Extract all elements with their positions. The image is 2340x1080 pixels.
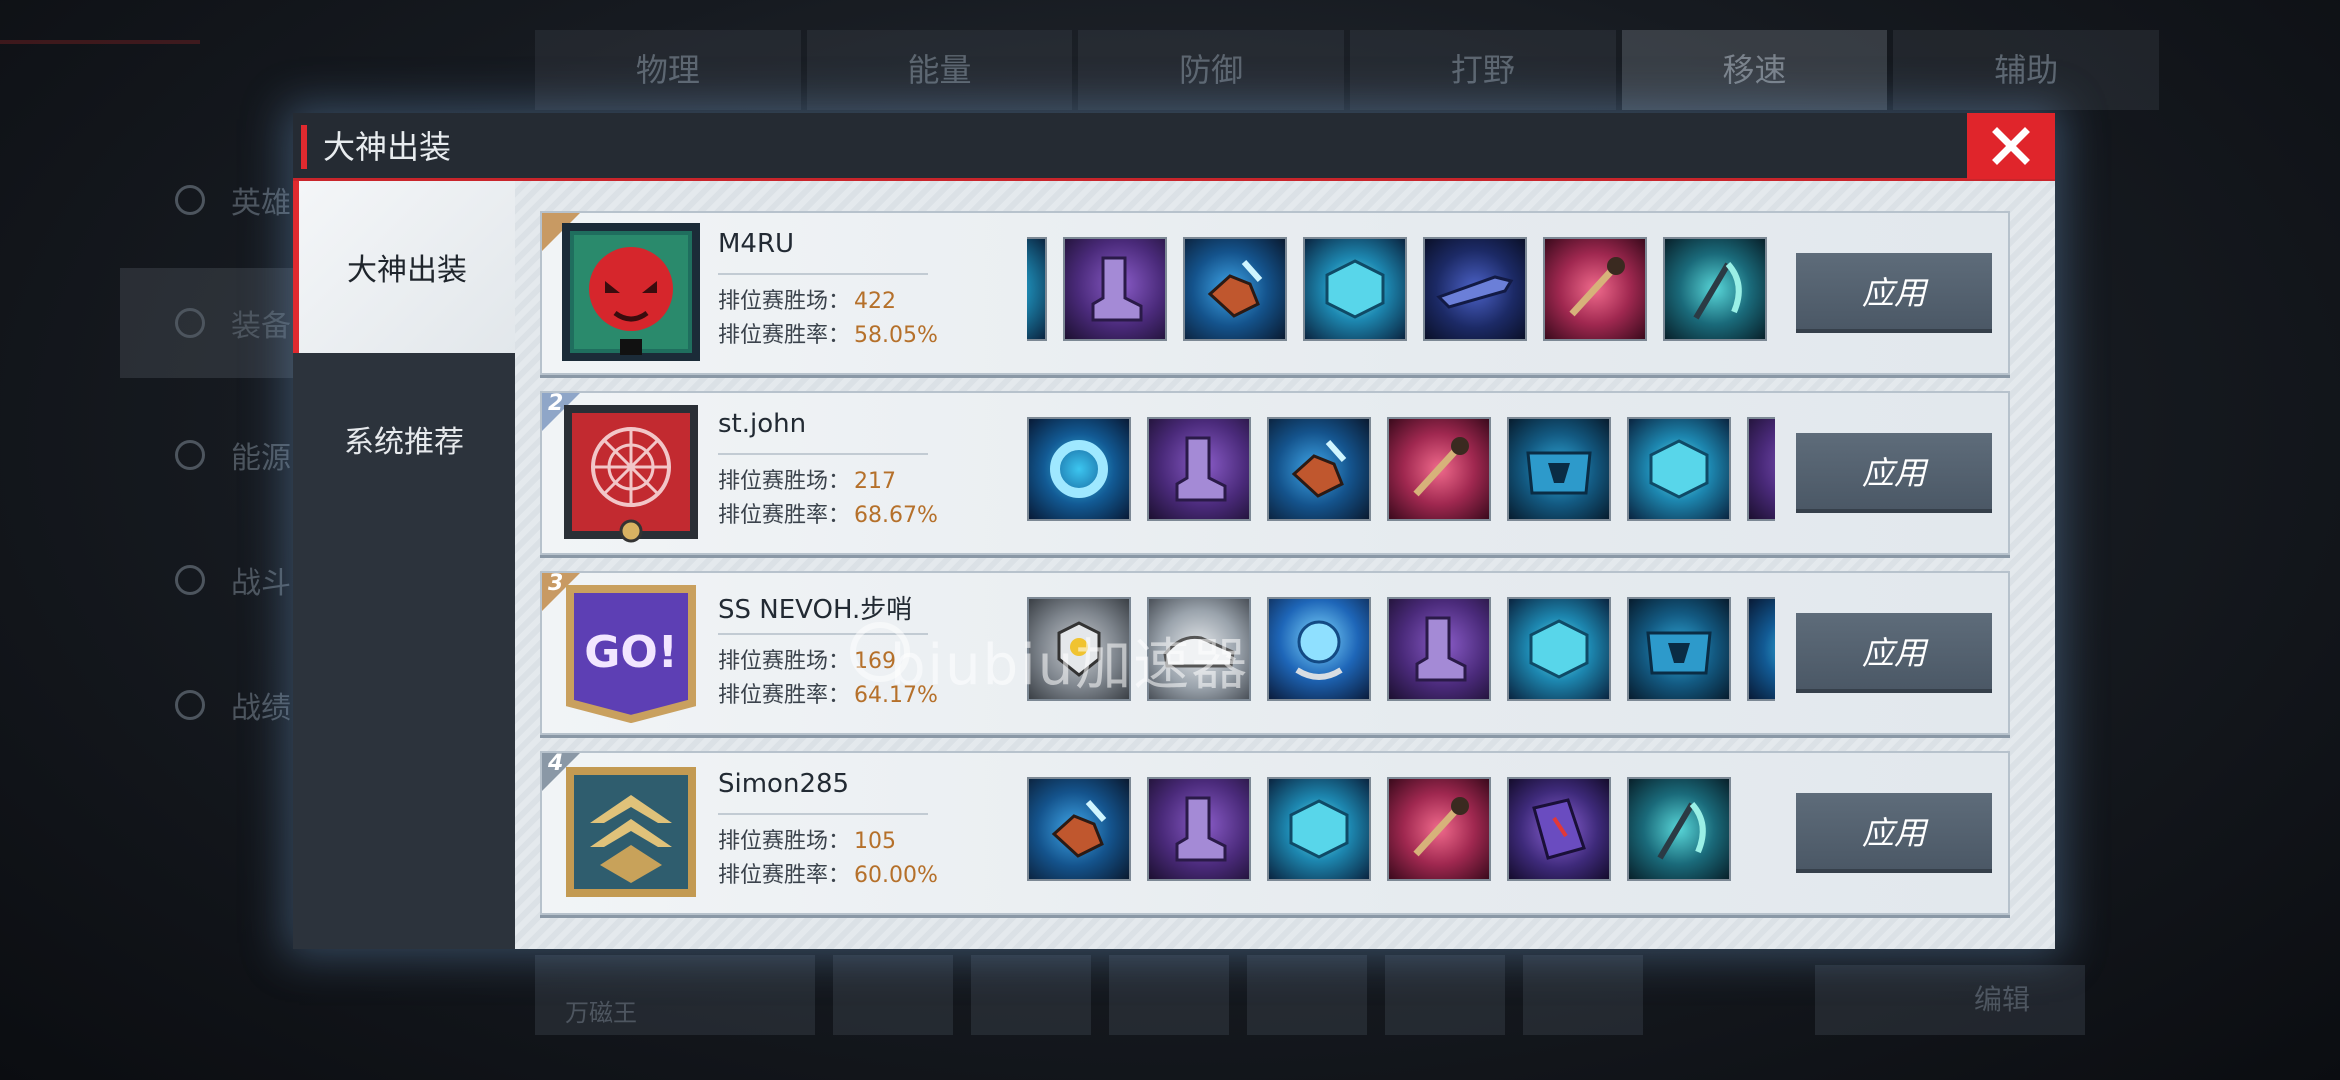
modal-sidebar: 大神出装 系统推荐 — [293, 181, 515, 949]
cube-item-icon — [1027, 237, 1047, 341]
ring-item-icon — [1027, 417, 1131, 521]
bg-sidebar-item: 战绩 — [120, 650, 320, 760]
gold-chevron-avatar-icon — [566, 767, 696, 897]
orb-item-icon — [1267, 597, 1371, 701]
watermark-text: biubiu加速器 — [890, 633, 1250, 698]
item-list — [1027, 237, 1775, 347]
bg-tab: 能量 — [806, 30, 1073, 110]
bg-slot — [1523, 955, 1643, 1035]
cube-item-icon — [1507, 597, 1611, 701]
boots-item-icon — [1063, 237, 1167, 341]
ranked-winrate: 排位赛胜率： 58.05% — [718, 323, 938, 348]
name-divider — [718, 813, 928, 815]
name-divider — [718, 453, 928, 455]
ranked-wins: 排位赛胜场： 105 — [718, 829, 897, 854]
build-row: M4RU 排位赛胜场： 422 排位赛胜率： 58.05% 应用 — [540, 211, 2010, 375]
go-pixel-avatar-icon: GO! — [566, 585, 696, 724]
ranked-wins: 排位赛胜场： 217 — [718, 469, 897, 494]
scythe-item-icon — [1663, 237, 1767, 341]
bg-sidebar-item: 英雄 — [120, 145, 320, 255]
chest-item-icon — [1507, 417, 1611, 521]
scythe-item-icon — [1627, 777, 1731, 881]
bg-tab: 辅助 — [1893, 30, 2160, 110]
apply-button[interactable]: 应用 — [1796, 433, 1992, 513]
build-row: 3 GO! SS NEVOH.步哨 排位赛胜场： 169 排位赛胜率： 64.17% — [540, 571, 2010, 735]
ranked-winrate: 排位赛胜率： 68.67% — [718, 503, 938, 528]
player-name: M4RU — [718, 229, 795, 259]
bg-slot — [833, 955, 953, 1035]
cube-item-icon — [1303, 237, 1407, 341]
spider-emblem-avatar-icon — [564, 405, 698, 543]
bg-tab: 物理 — [535, 30, 801, 110]
boots-item-icon — [1147, 777, 1251, 881]
boots-item-icon — [1747, 417, 1775, 521]
staff-item-icon — [1387, 417, 1491, 521]
player-avatar — [560, 221, 702, 363]
bg-tab: 打野 — [1350, 30, 1616, 110]
player-name: st.john — [718, 409, 807, 439]
bg-sidebar-item: 能源 — [120, 400, 320, 510]
chest-item-icon — [1627, 597, 1731, 701]
bg-slot — [971, 955, 1091, 1035]
modal-title: 大神出装 — [323, 128, 452, 166]
boots-item-icon — [1387, 597, 1491, 701]
player-avatar: GO! — [560, 581, 702, 724]
build-modal: 大神出装 大神出装 系统推荐 M4RU 排位赛胜场： 422 排位赛胜率： 58… — [293, 113, 2055, 949]
bg-hammer-icon — [175, 308, 205, 338]
staff-item-icon — [1387, 777, 1491, 881]
svg-text:GO!: GO! — [584, 627, 678, 678]
build-list: M4RU 排位赛胜场： 422 排位赛胜率： 58.05% 应用 2 st.jo… — [515, 181, 2055, 949]
close-icon — [1992, 127, 2030, 165]
name-divider — [718, 273, 928, 275]
bg-slot — [1385, 955, 1505, 1035]
cube-item-icon — [1267, 777, 1371, 881]
background-red-line — [0, 40, 200, 44]
tab-pro-builds[interactable]: 大神出装 — [293, 181, 515, 353]
close-button[interactable] — [1967, 113, 2055, 179]
player-name: Simon285 — [718, 769, 850, 799]
gauntlet-item-icon — [1267, 417, 1371, 521]
cube-item-icon — [1627, 417, 1731, 521]
apply-button[interactable]: 应用 — [1796, 253, 1992, 333]
bg-tab-active: 移速 — [1621, 30, 1888, 110]
modal-header: 大神出装 — [293, 113, 2055, 181]
book-item-icon — [1507, 777, 1611, 881]
bg-slot — [1247, 955, 1367, 1035]
red-panther-avatar-icon — [562, 223, 700, 361]
boots-item-icon — [1147, 417, 1251, 521]
ranked-winrate: 排位赛胜率： 60.00% — [718, 863, 938, 888]
bg-slot-label: 万磁王 — [535, 955, 815, 1035]
build-row: 4 Simon285 排位赛胜场： 105 排位赛胜率： 60.00% 应用 — [540, 751, 2010, 915]
player-name: SS NEVOH.步哨 — [718, 595, 913, 625]
ranked-wins: 排位赛胜场： 422 — [718, 289, 897, 314]
apply-button[interactable]: 应用 — [1796, 793, 1992, 873]
apply-button[interactable]: 应用 — [1796, 613, 1992, 693]
item-list — [1027, 777, 1775, 887]
player-avatar — [560, 401, 702, 543]
header-accent-bar — [301, 125, 307, 169]
build-row: 2 st.john 排位赛胜场： 217 排位赛胜率： 68.67% 应用 — [540, 391, 2010, 555]
bg-edit-button: 编辑 — [1815, 965, 2085, 1035]
staff-item-icon — [1543, 237, 1647, 341]
bg-tab: 防御 — [1078, 30, 1345, 110]
background-category-tabs: 物理 能量 防御 打野 移速 辅助 — [535, 30, 2165, 110]
player-avatar — [560, 761, 702, 903]
bg-record-icon — [175, 690, 205, 720]
bg-battle-icon — [175, 565, 205, 595]
gauntlet-item-icon — [1027, 777, 1131, 881]
bg-hero-icon — [175, 185, 205, 215]
tab-system-recommend[interactable]: 系统推荐 — [293, 353, 515, 525]
bg-energy-icon — [175, 440, 205, 470]
bg-slot — [1109, 955, 1229, 1035]
item-list — [1027, 417, 1775, 527]
gauntlet-item-icon — [1183, 237, 1287, 341]
bg-sidebar-item: 战斗 — [120, 525, 320, 635]
ring-item-icon — [1747, 597, 1775, 701]
rifle-item-icon — [1423, 237, 1527, 341]
